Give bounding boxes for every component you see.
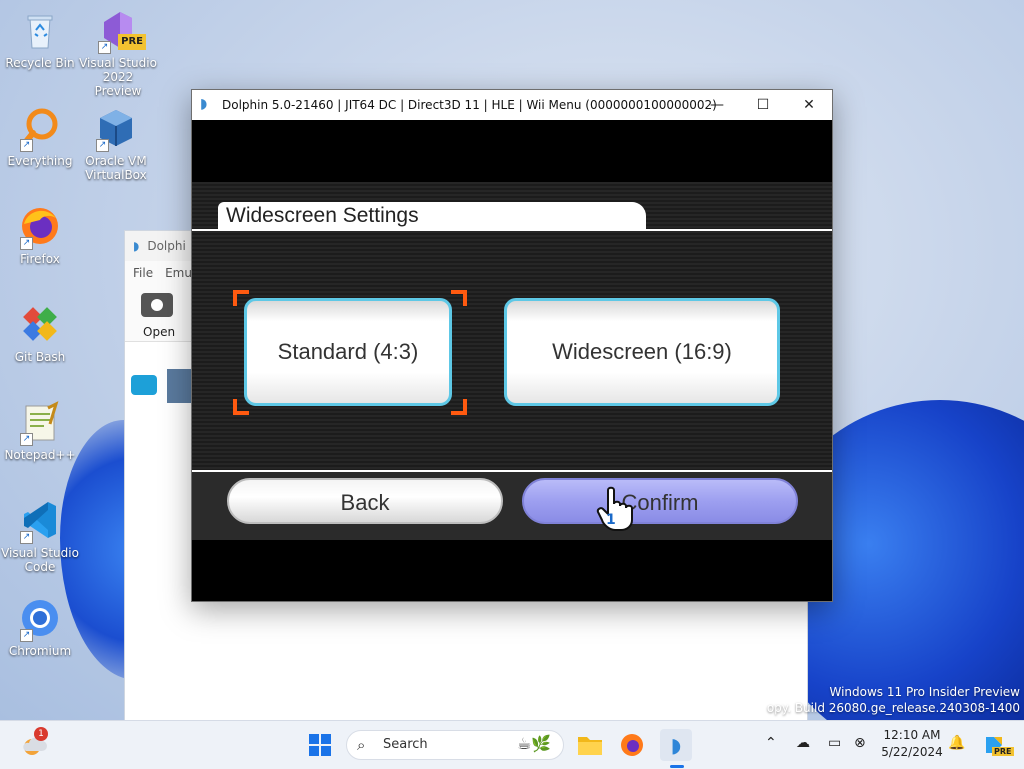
visual-studio-preview-icon: PRE ↗	[96, 8, 146, 54]
desktop-icon-label: Git Bash	[14, 350, 66, 364]
pointer-player-number: 1	[606, 512, 616, 528]
selection-corner-tr	[451, 290, 467, 306]
widgets-weather-icon[interactable]: 1	[18, 727, 50, 761]
folder-icon	[578, 737, 602, 755]
desktop-icon-vscode[interactable]: ↗ Visual Studio Code	[0, 498, 80, 574]
clock[interactable]: 12:10 AM 5/22/2024	[880, 727, 944, 761]
shortcut-arrow-icon: ↗	[20, 629, 33, 642]
background-window-title: Dolphi	[147, 239, 186, 253]
desktop: Recycle Bin PRE ↗ Visual Studio 2022 Pre…	[0, 0, 1024, 720]
dolphin-icon: ◗	[133, 239, 140, 253]
desktop-icon-label: Everything	[7, 154, 73, 168]
menu-file[interactable]: File	[133, 266, 153, 280]
watermark-line1: Windows 11 Pro Insider Preview	[829, 685, 1020, 699]
windows-logo-icon	[309, 734, 331, 756]
shortcut-arrow-icon: ↗	[96, 139, 109, 152]
shortcut-arrow-icon: ↗	[20, 531, 33, 544]
dolphin-icon: ◗	[200, 96, 208, 112]
wii-pointer-hand-icon: 1	[594, 486, 636, 532]
firefox-icon	[621, 734, 643, 756]
desktop-icon-git-bash[interactable]: Git Bash	[0, 302, 80, 364]
virtualbox-icon: ↗	[94, 106, 138, 152]
back-button[interactable]: Back	[227, 478, 503, 524]
taskbar: 1 ⌕ Search ☕🌿 ◗ ⌃ ☁ ▭ ⊗ 12:10 AM 5/22/20…	[0, 720, 1024, 769]
shortcut-arrow-icon: ↗	[20, 139, 33, 152]
notification-bell-icon[interactable]: 🔔	[948, 735, 965, 751]
desktop-icon-firefox[interactable]: ↗ Firefox	[0, 204, 80, 266]
shortcut-arrow-icon: ↗	[98, 41, 111, 54]
clock-date: 5/22/2024	[881, 745, 943, 759]
shortcut-arrow-icon: ↗	[20, 433, 33, 446]
notification-badge: 1	[34, 727, 48, 741]
copilot-button[interactable]: PRE	[978, 729, 1014, 761]
taskbar-file-explorer[interactable]	[574, 729, 606, 761]
git-bash-icon	[18, 302, 62, 346]
pre-badge: PRE	[118, 34, 146, 50]
confirm-button[interactable]: Confirm	[522, 478, 798, 524]
taskbar-search-box[interactable]: ⌕ Search ☕🌿	[346, 730, 564, 760]
start-button[interactable]	[304, 729, 336, 761]
desktop-icon-label: Notepad++	[4, 448, 76, 462]
grid-view-icon[interactable]	[131, 375, 157, 395]
taskbar-firefox[interactable]	[616, 729, 648, 761]
desktop-icon-chromium[interactable]: ↗ Chromium	[0, 596, 80, 658]
shortcut-arrow-icon: ↗	[20, 237, 33, 250]
everything-search-icon: ↗	[18, 106, 62, 152]
vscode-icon: ↗	[18, 498, 62, 544]
clock-time: 12:10 AM	[883, 728, 941, 742]
standard-4-3-button[interactable]: Standard (4:3)	[244, 298, 452, 406]
render-window-titlebar[interactable]: ◗ Dolphin 5.0-21460 | JIT64 DC | Direct3…	[192, 90, 832, 120]
menu-emulation[interactable]: Emu	[165, 266, 192, 280]
desktop-icon-virtualbox[interactable]: ↗ Oracle VM VirtualBox	[76, 106, 156, 182]
game-list-item[interactable]	[167, 369, 193, 403]
firefox-icon: ↗	[18, 204, 62, 250]
screen-header: Widescreen Settings	[218, 202, 646, 230]
onedrive-cloud-icon[interactable]: ☁	[796, 735, 810, 751]
game-screen: Widescreen Settings Standard (4:3) Wides…	[192, 120, 832, 601]
taskbar-dolphin[interactable]: ◗	[660, 729, 692, 768]
widescreen-16-9-button[interactable]: Widescreen (16:9)	[504, 298, 780, 406]
recycle-bin-icon	[18, 8, 62, 52]
show-hidden-icons-chevron-icon[interactable]: ⌃	[765, 735, 777, 751]
display-icon[interactable]: ▭	[828, 735, 841, 751]
desktop-icon-label: Firefox	[20, 252, 60, 266]
desktop-icon-label: Recycle Bin	[5, 56, 75, 70]
selection-corner-br	[451, 399, 467, 415]
dolphin-render-window[interactable]: ◗ Dolphin 5.0-21460 | JIT64 DC | Direct3…	[191, 89, 833, 602]
minimize-button[interactable]: —	[694, 90, 740, 120]
desktop-icon-label: Chromium	[8, 644, 72, 658]
game-list-header	[125, 343, 191, 369]
desktop-icon-notepad-plus-plus[interactable]: ↗ Notepad++	[0, 400, 80, 462]
close-button[interactable]: ✕	[786, 90, 832, 120]
notepad-plus-plus-icon: ↗	[18, 400, 62, 446]
dolphin-icon: ◗	[670, 733, 682, 757]
chromium-icon: ↗	[18, 596, 62, 642]
windows-watermark: Windows 11 Pro Insider Preview opy. Buil…	[767, 684, 1020, 716]
open-button[interactable]: Open	[143, 325, 175, 339]
desktop-icon-label: Oracle VM VirtualBox	[85, 154, 147, 182]
search-icon: ⌕	[357, 736, 366, 754]
desktop-icon-everything[interactable]: ↗ Everything	[0, 106, 80, 168]
search-highlight-icon: ☕🌿	[517, 734, 552, 753]
desktop-icon-recycle-bin[interactable]: Recycle Bin	[0, 8, 80, 70]
search-placeholder: Search	[383, 737, 428, 752]
maximize-button[interactable]: ☐	[740, 90, 786, 120]
watermark-line2: opy. Build 26080.ge_release.240308-1400	[766, 701, 1020, 715]
desktop-icon-visual-studio-preview[interactable]: PRE ↗ Visual Studio 2022 Preview	[78, 8, 158, 98]
open-disc-icon[interactable]	[141, 293, 173, 317]
desktop-icon-label: Visual Studio 2022 Preview	[79, 56, 157, 98]
window-title: Dolphin 5.0-21460 | JIT64 DC | Direct3D …	[222, 98, 717, 112]
network-icon[interactable]: ⊗	[854, 735, 866, 751]
desktop-icon-label: Visual Studio Code	[1, 546, 79, 574]
pre-badge: PRE	[992, 747, 1014, 756]
